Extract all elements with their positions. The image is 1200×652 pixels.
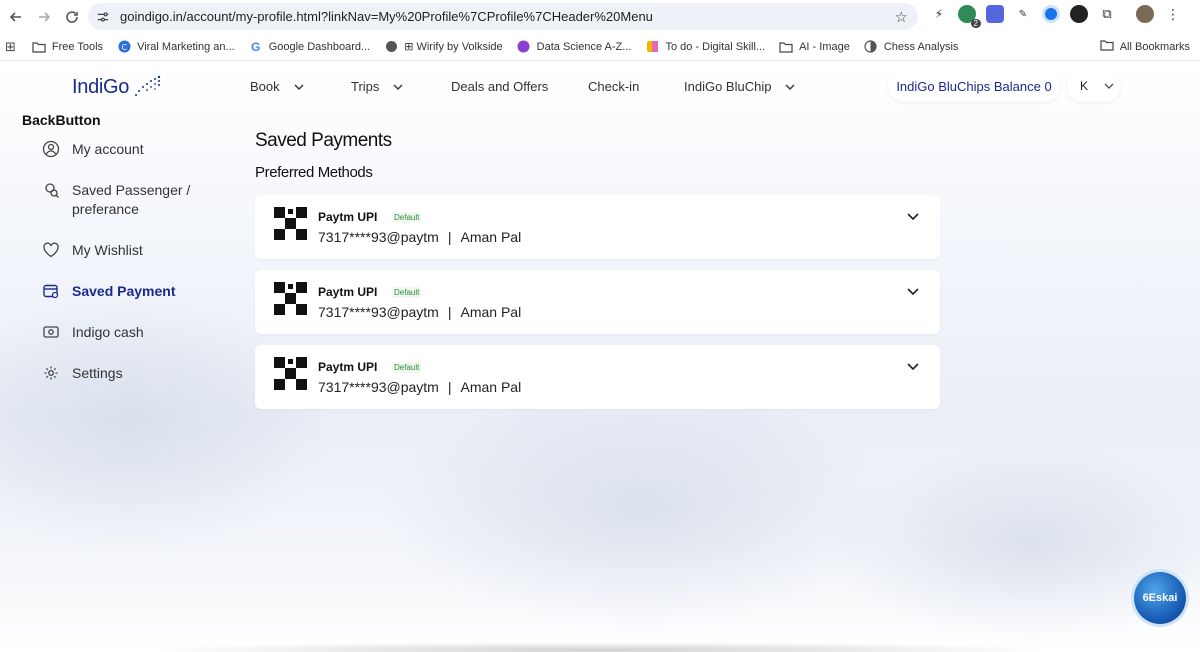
- bookmark-data-science[interactable]: Data Science A-Z...: [517, 40, 631, 54]
- default-badge: Default: [392, 362, 422, 373]
- payment-name: Paytm UPI: [318, 210, 378, 224]
- star-icon[interactable]: ☆: [895, 8, 908, 26]
- bookmark-wirify[interactable]: ⊞ Wirify by Volkside: [384, 40, 503, 54]
- default-badge: Default: [392, 212, 422, 223]
- chevron-down-icon: [1104, 83, 1114, 89]
- payment-name: Paytm UPI: [318, 285, 378, 299]
- payment-detail: 7317****93@paytm | Aman Pal: [318, 379, 522, 395]
- extensions-icon[interactable]: ⧉: [1098, 5, 1116, 23]
- bookmark-viral-marketing[interactable]: C Viral Marketing an...: [117, 40, 235, 54]
- site-ds-icon: [517, 40, 531, 54]
- chatgpt-extension-icon[interactable]: [1070, 5, 1088, 23]
- bookmarks-bar: ⊞ Free Tools C Viral Marketing an... G G…: [0, 33, 1200, 61]
- circle-extension-icon[interactable]: [1042, 5, 1060, 23]
- default-badge: Default: [392, 287, 422, 298]
- folder-icon: [32, 40, 46, 54]
- bolt-extension-icon[interactable]: ⚡: [930, 5, 948, 23]
- todo-icon: [645, 40, 659, 54]
- globe-icon: [384, 40, 398, 54]
- bookmark-chess-analysis[interactable]: Chess Analysis: [864, 40, 958, 54]
- payment-detail: 7317****93@paytm | Aman Pal: [318, 229, 522, 245]
- sidebar-item-saved-payment[interactable]: Saved Payment: [42, 282, 232, 301]
- bookmark-todo[interactable]: To do - Digital Skill...: [645, 40, 765, 54]
- pen-extension-icon[interactable]: ✎: [1014, 5, 1032, 23]
- chevron-down-icon[interactable]: [906, 209, 920, 223]
- folder-icon: [779, 40, 793, 54]
- footer-shadow: [140, 642, 1060, 652]
- chess-icon: [864, 40, 878, 54]
- svg-text:C: C: [121, 43, 127, 52]
- bookmark-free-tools[interactable]: Free Tools: [32, 40, 103, 54]
- heart-icon: [43, 242, 59, 258]
- sidebar-item-saved-passenger[interactable]: Saved Passenger / preferance: [42, 181, 232, 219]
- menu-checkin[interactable]: Check-in: [588, 79, 639, 94]
- sidebar-item-my-account[interactable]: My account: [42, 140, 232, 159]
- upi-qr-icon: [274, 207, 307, 240]
- site-header: IndiGo Book Trips Deals and Offers Check…: [0, 62, 1200, 112]
- gear-icon: [44, 366, 58, 380]
- page-title: Saved Payments: [255, 130, 392, 151]
- chevron-down-icon: [294, 84, 304, 90]
- browser-toolbar: goindigo.in/account/my-profile.html?link…: [0, 0, 1200, 33]
- all-bookmarks[interactable]: All Bookmarks: [1100, 39, 1190, 54]
- payment-card[interactable]: Paytm UPI Default 7317****93@paytm | Aman …: [255, 270, 940, 334]
- kebab-menu-icon[interactable]: ⋮: [1164, 5, 1182, 23]
- indigo-logo[interactable]: IndiGo: [72, 74, 163, 100]
- section-subtitle: Preferred Methods: [255, 164, 373, 181]
- chevron-down-icon: [393, 84, 403, 90]
- user-circle-icon: [42, 140, 60, 158]
- puzzle-extension-icon[interactable]: [986, 5, 1004, 23]
- upi-qr-icon: [274, 357, 307, 390]
- chevron-down-icon[interactable]: [906, 359, 920, 373]
- chevron-down-icon[interactable]: [906, 284, 920, 298]
- forward-arrow-icon[interactable]: [30, 3, 58, 31]
- avatar: K: [1073, 75, 1095, 97]
- profile-page: IndiGo Book Trips Deals and Offers Check…: [0, 62, 1200, 652]
- sidebar-item-settings[interactable]: Settings: [42, 364, 232, 383]
- bookmark-google-dashboard[interactable]: G Google Dashboard...: [249, 39, 370, 54]
- payment-card[interactable]: Paytm UPI Default 7317****93@paytm | Aman …: [255, 345, 940, 409]
- bookmark-ai-image[interactable]: AI - Image: [779, 40, 850, 54]
- site-settings-icon[interactable]: [96, 10, 110, 24]
- user-menu[interactable]: K: [1067, 70, 1121, 102]
- reload-icon[interactable]: [58, 3, 86, 31]
- google-icon: G: [251, 39, 261, 54]
- cash-icon: [43, 326, 59, 338]
- back-arrow-icon[interactable]: [2, 3, 30, 31]
- extension-badge: 2: [970, 19, 981, 28]
- address-bar[interactable]: goindigo.in/account/my-profile.html?link…: [88, 3, 918, 30]
- payment-name: Paytm UPI: [318, 360, 378, 374]
- chatbot-button[interactable]: 6Eskai: [1134, 572, 1186, 624]
- menu-book[interactable]: Book: [250, 79, 304, 94]
- url-text[interactable]: goindigo.in/account/my-profile.html?link…: [120, 9, 653, 24]
- profile-avatar[interactable]: [1136, 5, 1154, 23]
- site-c-icon: C: [117, 40, 131, 54]
- wallet-icon: [43, 284, 59, 299]
- sidebar-item-my-wishlist[interactable]: My Wishlist: [42, 241, 232, 260]
- menu-bluchip[interactable]: IndiGo BluChip: [684, 79, 795, 94]
- saved-payments-section: Saved Payments Preferred Methods Paytm U…: [255, 130, 940, 420]
- menu-trips[interactable]: Trips: [351, 79, 403, 94]
- apps-grid-icon[interactable]: ⊞: [5, 39, 16, 55]
- profile-sidebar: My account Saved Passenger / preferance …: [42, 140, 232, 405]
- shield-extension-icon[interactable]: 2: [958, 5, 981, 28]
- bluchips-balance[interactable]: IndiGo BluChips Balance 0: [888, 70, 1060, 102]
- payment-card[interactable]: Paytm UPI Default 7317****93@paytm | Aman …: [255, 195, 940, 259]
- logo-dots-icon: [135, 75, 161, 96]
- payment-detail: 7317****93@paytm | Aman Pal: [318, 304, 522, 320]
- back-button[interactable]: BackButton: [22, 112, 101, 128]
- upi-qr-icon: [274, 282, 307, 315]
- sidebar-item-indigo-cash[interactable]: Indigo cash: [42, 323, 232, 342]
- menu-deals[interactable]: Deals and Offers: [451, 79, 548, 94]
- chevron-down-icon: [785, 84, 795, 90]
- folder-icon: [1100, 39, 1114, 54]
- passenger-icon: [45, 183, 59, 198]
